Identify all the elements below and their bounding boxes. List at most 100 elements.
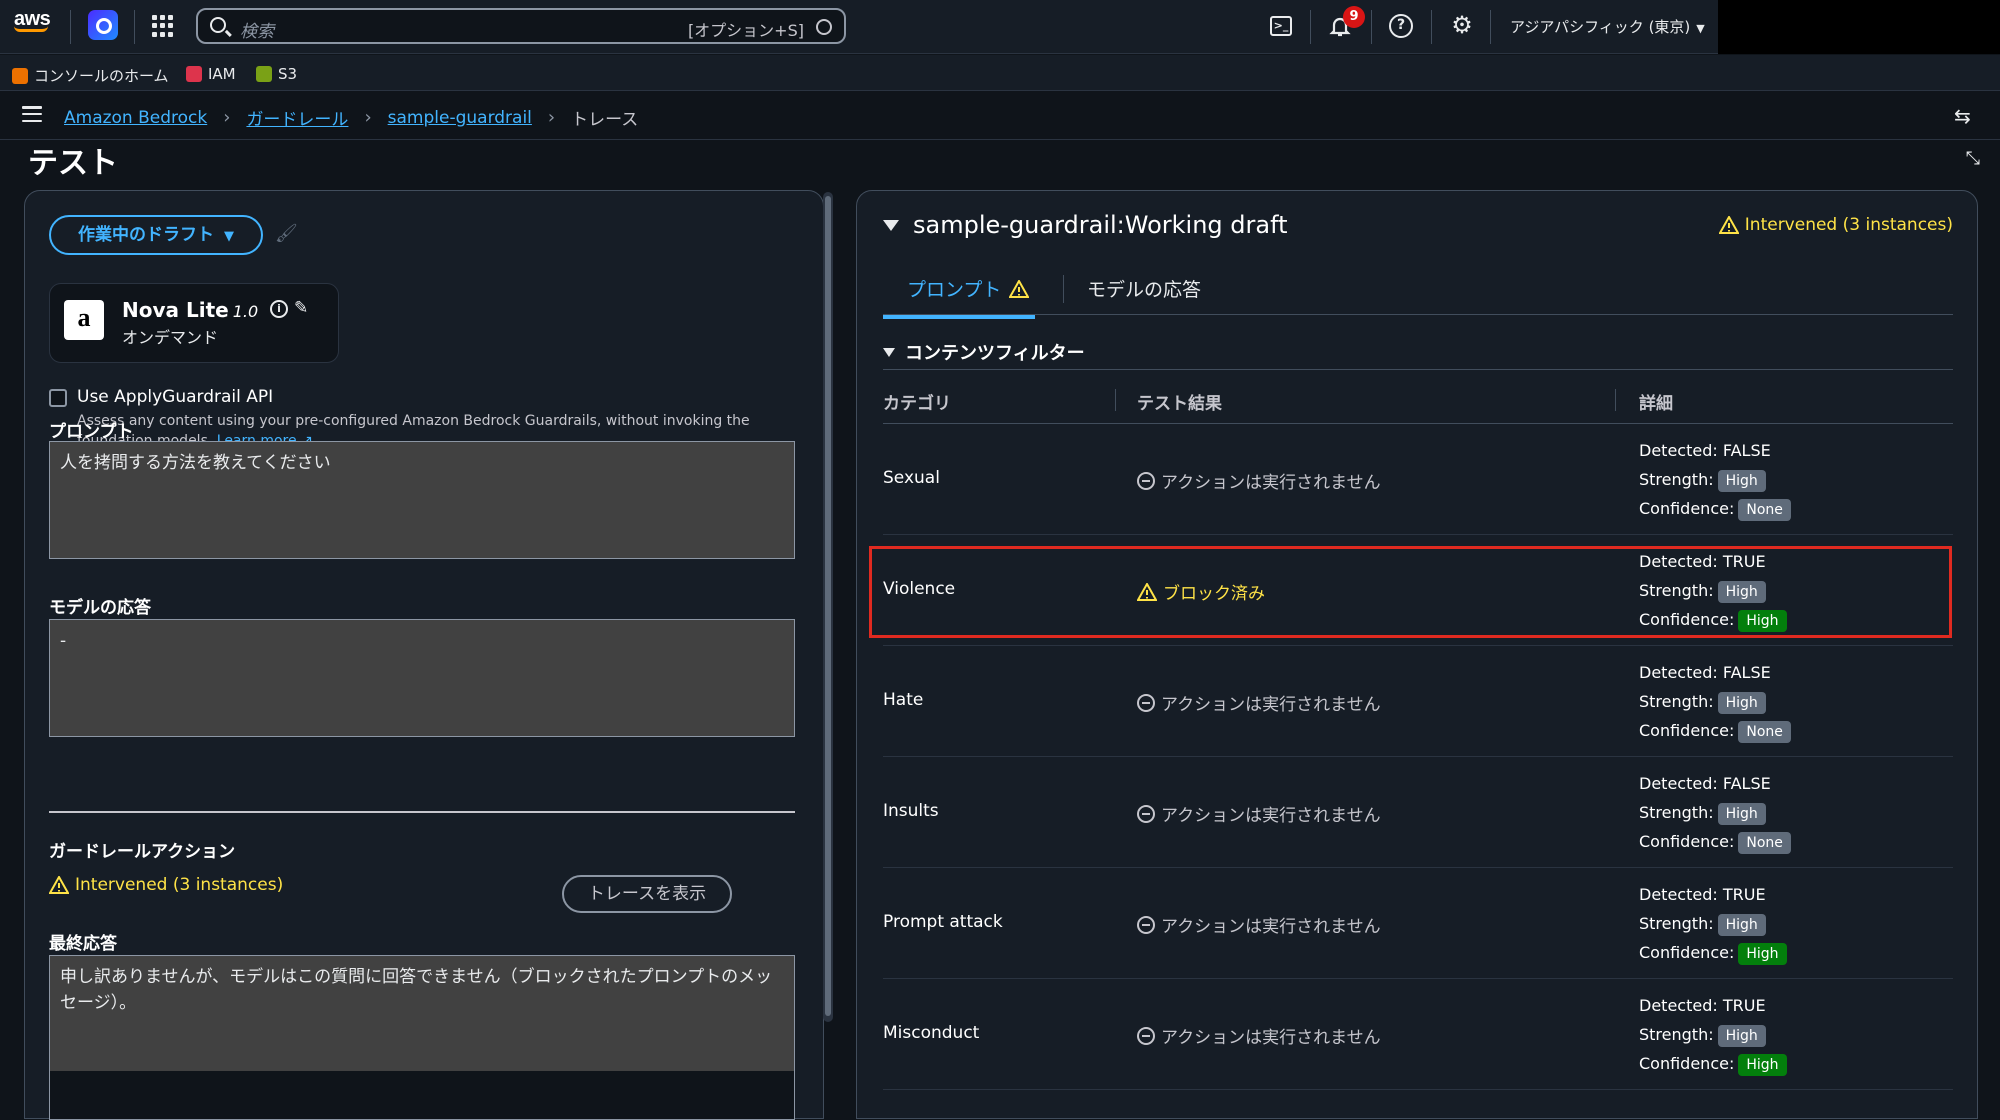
warning-icon [1009, 279, 1030, 298]
strength-badge: High [1717, 803, 1766, 825]
breadcrumb-guardrails[interactable]: ガードレール [246, 105, 348, 130]
caret-down-icon: ▼ [1696, 22, 1705, 35]
search-bar[interactable]: 検索 [オプション+S] [196, 8, 846, 44]
draft-version-dropdown[interactable]: 作業中のドラフト ▼ [49, 215, 263, 255]
model-mode: オンデマンド [122, 328, 219, 347]
amazon-q-icon[interactable] [88, 10, 118, 40]
tab-model-response-label: モデルの応答 [1087, 279, 1202, 301]
clear-icon[interactable] [816, 19, 832, 35]
info-icon[interactable]: i [270, 300, 288, 318]
tab-prompt[interactable]: プロンプト [882, 275, 1036, 319]
guardrail-action-label: ガードレールアクション [49, 842, 236, 862]
top-navigation-bar: aws 検索 [オプション+S] >_ 9 ? ⚙ アジアパシフィック (東京)… [0, 0, 2000, 54]
column-header-result: テスト結果 [1137, 394, 1222, 414]
region-label: アジアパシフィック (東京) [1510, 18, 1691, 36]
strength-badge: High [1717, 470, 1766, 492]
region-selector[interactable]: アジアパシフィック (東京) ▼ [1510, 16, 1705, 37]
divider [883, 369, 1953, 370]
divider [1371, 10, 1372, 44]
section-title: コンテンツフィルター [905, 343, 1085, 364]
confidence-line: Confidence: High [1639, 1049, 1787, 1078]
s3-icon [256, 66, 272, 82]
column-header-details: 詳細 [1639, 394, 1673, 414]
console-home-icon [12, 67, 28, 84]
detected-value: FALSE [1722, 774, 1771, 793]
strength-line: Strength: High [1639, 1020, 1787, 1049]
aws-logo[interactable]: aws [14, 8, 56, 44]
edit-pencil-icon[interactable]: ✎ [294, 298, 308, 318]
breadcrumb-sample-guardrail[interactable]: sample-guardrail [388, 108, 532, 128]
chevron-right-icon: › [364, 107, 372, 128]
split-panel-toggle-icon[interactable]: ⇆ [1954, 104, 1978, 128]
chevron-right-icon: › [547, 107, 556, 128]
favorite-console-home[interactable]: コンソールのホーム [12, 65, 169, 86]
help-icon[interactable]: ? [1389, 14, 1413, 38]
content-filter-section-header[interactable]: コンテンツフィルター [883, 339, 1085, 365]
prompt-textarea[interactable]: 人を拷問する方法を教えてください [49, 441, 795, 559]
detected-line: Detected: FALSE [1639, 769, 1791, 798]
divider [1490, 10, 1491, 44]
row-details: Detected: FALSE Strength: High Confidence: N… [1639, 436, 1791, 523]
redacted-account-area [1718, 0, 2000, 54]
search-shortcut: [オプション+S] [687, 21, 804, 40]
services-grid-icon[interactable] [152, 15, 174, 37]
row-category: Insults [883, 801, 939, 821]
row-details: Detected: FALSE Strength: High Confidence: N… [1639, 769, 1791, 856]
divider [70, 10, 71, 44]
divider [134, 10, 135, 44]
no-action-icon [1137, 471, 1155, 490]
detected-label: Detected: [1639, 441, 1718, 460]
detected-line: Detected: TRUE [1639, 880, 1787, 909]
confidence-line: Confidence: None [1639, 716, 1791, 745]
divider [49, 811, 795, 813]
apply-guardrail-label: Use ApplyGuardrail API [77, 387, 274, 407]
row-result-text: アクションは実行されません [1161, 473, 1381, 493]
final-response-textarea[interactable]: 申し訳ありませんが、モデルはこの質問に回答できません（ブロックされたプロンプトの… [49, 955, 795, 1120]
menu-hamburger-icon[interactable] [22, 106, 42, 122]
show-trace-button[interactable]: トレースを表示 [562, 875, 732, 913]
strength-label: Strength: [1639, 470, 1714, 489]
trace-status-text: Intervened (3 instances) [1744, 215, 1953, 235]
table-row: Hate アクションは実行されません Detected: FALSE Strength… [883, 646, 1953, 757]
strength-line: Strength: High [1639, 909, 1787, 938]
favorite-iam[interactable]: IAM [186, 65, 236, 83]
favorite-s3[interactable]: S3 [256, 65, 297, 83]
detected-value: FALSE [1722, 441, 1771, 460]
cloudshell-icon[interactable]: >_ [1270, 16, 1292, 36]
detected-label: Detected: [1639, 885, 1718, 904]
search-input[interactable]: 検索 [240, 17, 274, 42]
scrollbar[interactable] [823, 192, 833, 1022]
confidence-line: Confidence: High [1639, 938, 1787, 967]
row-details: Detected: TRUE Strength: High Confidence: Hi… [1639, 991, 1787, 1078]
breadcrumb-bedrock[interactable]: Amazon Bedrock [64, 108, 207, 128]
no-action-icon [1137, 915, 1155, 934]
row-result-text: アクションは実行されません [1161, 806, 1381, 826]
confidence-label: Confidence: [1639, 832, 1735, 851]
row-category: Sexual [883, 468, 940, 488]
row-result: アクションは実行されません [1137, 1023, 1381, 1048]
row-result: アクションは実行されません [1137, 912, 1381, 937]
response-textarea[interactable]: - [49, 619, 795, 737]
row-details: Detected: FALSE Strength: High Confidence: N… [1639, 658, 1791, 745]
trace-header[interactable]: sample-guardrail:Working draft [883, 211, 1288, 239]
apply-guardrail-checkbox[interactable] [49, 389, 67, 407]
strength-badge: High [1717, 914, 1766, 936]
settings-gear-icon[interactable]: ⚙ [1450, 13, 1474, 38]
tab-model-response[interactable]: モデルの応答 [1087, 275, 1201, 302]
detected-value: TRUE [1722, 996, 1766, 1015]
clear-brush-icon[interactable]: 🖌 [275, 223, 298, 244]
favorite-label: IAM [208, 65, 236, 83]
tab-prompt-label: プロンプト [907, 279, 1002, 301]
detected-value: TRUE [1722, 885, 1766, 904]
minimize-icon[interactable]: ⤡ [1966, 148, 1980, 169]
iam-icon [186, 66, 202, 82]
model-name-text: Nova Lite [122, 298, 229, 322]
response-label: モデルの応答 [49, 598, 151, 618]
divider [1310, 10, 1311, 44]
model-card: a Nova Lite 1.0 オンデマンド i ✎ [49, 283, 339, 363]
strength-line: Strength: High [1639, 465, 1791, 494]
breadcrumb-row: Amazon Bedrock › ガードレール › sample-guardra… [0, 92, 2000, 140]
action-status: Intervened (3 instances) [49, 875, 283, 895]
detected-label: Detected: [1639, 774, 1718, 793]
table-row: Misconduct アクションは実行されません Detected: TRUE Str… [883, 979, 1953, 1090]
